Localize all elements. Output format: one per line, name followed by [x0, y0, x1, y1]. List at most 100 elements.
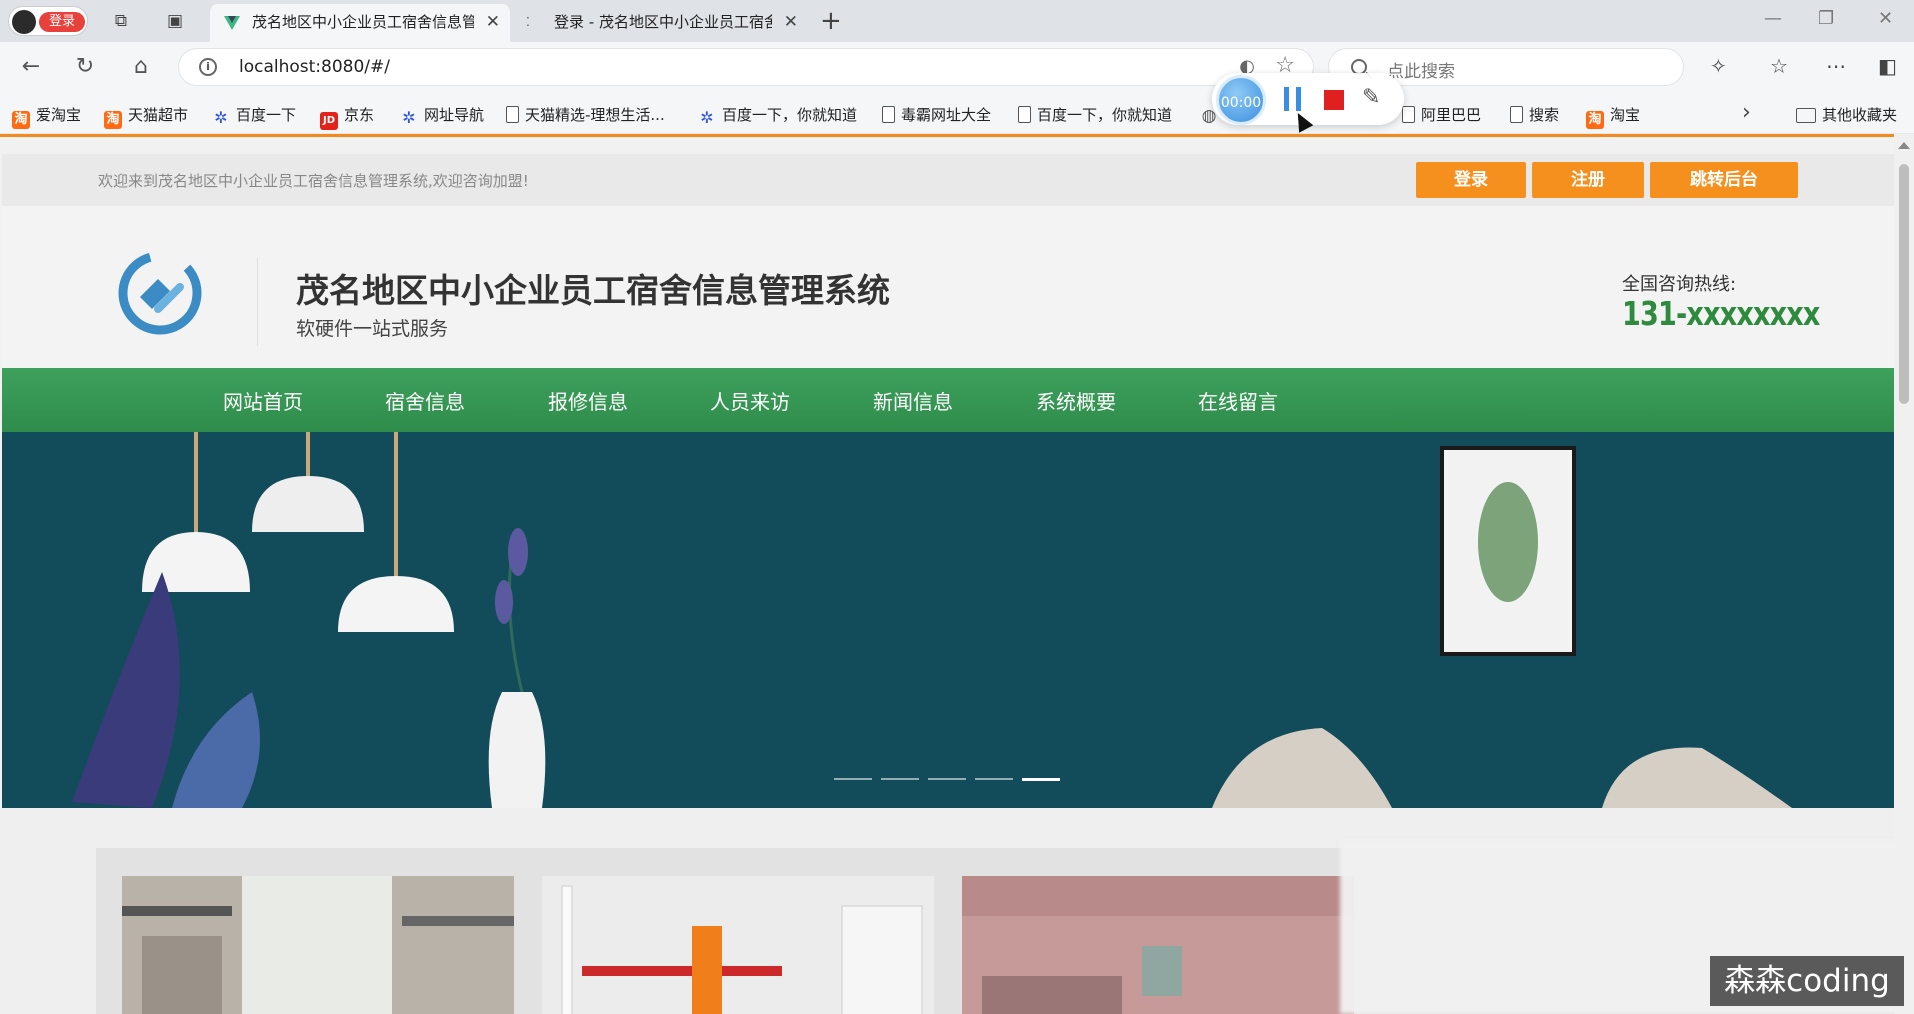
carousel-dot[interactable] [975, 778, 1013, 780]
recording-timer: 00:00 [1216, 75, 1266, 125]
home-icon[interactable]: ⌂ [128, 54, 154, 80]
dorm-photo-image [962, 876, 1354, 1014]
profile-login-label: 登录 [39, 12, 85, 32]
tab-active[interactable]: 茂名地区中小企业员工宿舍信息管 ✕ [210, 4, 510, 42]
sidebar-icon[interactable]: ◧ [1878, 54, 1897, 78]
bookmark-label: 网址导航 [424, 106, 485, 124]
folder-icon [1796, 108, 1816, 123]
close-tab-icon[interactable]: ✕ [784, 4, 798, 40]
scroll-up-icon[interactable] [1898, 142, 1910, 149]
nav-visitors[interactable]: 人员来访 [710, 386, 790, 415]
chevron-right-icon[interactable]: › [1742, 100, 1751, 125]
carousel-dot[interactable] [928, 778, 966, 780]
document-icon [506, 106, 519, 123]
nav-home[interactable]: 网站首页 [223, 386, 303, 415]
new-tab-icon[interactable]: + [820, 6, 842, 36]
scrollbar-thumb[interactable] [1899, 164, 1909, 404]
minimize-icon[interactable]: — [1764, 8, 1782, 29]
bookmark-item[interactable]: 淘淘宝 [1586, 104, 1640, 129]
bookmarks-bar: 淘爱淘宝 淘天猫超市 ✲ 百度一下 JD 京东 ✲ 网址导航 天猫精选-理想生活...… [0, 92, 1914, 134]
restore-icon[interactable]: ❐ [1818, 8, 1834, 29]
register-button[interactable]: 注册 [1532, 162, 1644, 198]
document-icon [1018, 106, 1031, 123]
bookmark-item[interactable]: 毒霸网址大全 [882, 104, 991, 125]
bookmark-label: 搜索 [1529, 106, 1560, 124]
bookmark-item[interactable]: ✲ 百度一下，你就知道 [698, 104, 857, 127]
nav-messages[interactable]: 在线留言 [1198, 386, 1278, 415]
carousel-dot-active[interactable] [1022, 778, 1060, 781]
dorm-photo-2[interactable] [542, 876, 934, 1014]
jd-icon: JD [320, 112, 338, 130]
tab-actions-icon[interactable]: ▣ [164, 10, 186, 32]
tab-login[interactable]: ⁚ 登录 - 茂名地区中小企业员工宿舍 ✕ [512, 4, 808, 42]
address-toolbar: ← ↻ ⌂ i localhost:8080/#/ ◐ ☆ 点此搜索 ✧ ☆ ⋯… [0, 42, 1914, 92]
other-bookmarks[interactable]: 其他收藏夹 [1796, 104, 1897, 125]
bookmark-item[interactable]: ✲ 百度一下 [212, 104, 296, 127]
bookmark-item[interactable]: 天猫精选-理想生活... [506, 104, 665, 125]
nav-dorm-info[interactable]: 宿舍信息 [385, 386, 465, 415]
tab-title: 登录 - 茂名地区中小企业员工宿舍 [554, 13, 772, 31]
taobao-icon: 淘 [12, 111, 30, 129]
site-subtitle: 软硬件一站式服务 [296, 318, 449, 340]
main-nav: 网站首页 宿舍信息 报修信息 人员来访 新闻信息 系统概要 在线留言 [2, 368, 1894, 432]
browser-tab-bar: 登录 ⧉ ▣ 茂名地区中小企业员工宿舍信息管 ✕ ⁚ 登录 - 茂名地区中小企业… [0, 0, 1914, 42]
banner-illustration [72, 432, 1792, 808]
close-window-icon[interactable]: ✕ [1878, 8, 1893, 29]
page-scrollbar[interactable] [1894, 134, 1914, 1014]
header-divider [257, 258, 258, 346]
nav-repair-info[interactable]: 报修信息 [548, 386, 628, 415]
workspaces-icon[interactable]: ⧉ [110, 10, 132, 32]
dorm-photo-3[interactable] [962, 876, 1354, 1014]
nav-news[interactable]: 新闻信息 [873, 386, 953, 415]
bookmark-label: 天猫超市 [128, 106, 189, 124]
bookmark-label: 百度一下，你就知道 [1037, 106, 1173, 124]
carousel-dot[interactable] [834, 778, 872, 780]
admin-button[interactable]: 跳转后台 [1650, 162, 1798, 198]
loading-icon: ⁚ [526, 15, 530, 29]
bookmark-item[interactable]: 搜索 [1510, 104, 1559, 125]
baidu-paw-icon: ✲ [700, 108, 714, 127]
hotline-label: 全国咨询热线: [1622, 274, 1737, 295]
bookmark-label: 爱淘宝 [36, 106, 82, 124]
site-logo-icon [118, 251, 202, 335]
hotline-number: 131-xxxxxxxx [1622, 294, 1820, 333]
top-strip: 欢迎来到茂名地区中小企业员工宿舍信息管理系统,欢迎咨询加盟! 登录 注册 跳转后… [2, 154, 1894, 206]
bookmark-label: 阿里巴巴 [1421, 106, 1482, 124]
bookmark-item[interactable]: JD 京东 [320, 104, 374, 130]
dorm-photo-1[interactable] [122, 876, 514, 1014]
extensions-icon[interactable]: ✧ [1710, 54, 1727, 78]
nav-system-overview[interactable]: 系统概要 [1036, 386, 1116, 415]
close-tab-icon[interactable]: ✕ [486, 4, 500, 40]
carousel-banner[interactable] [2, 432, 1894, 808]
pen-icon[interactable]: ✎ [1362, 85, 1380, 110]
bookmark-item[interactable]: 阿里巴巴 [1402, 104, 1481, 125]
bookmark-label: 淘宝 [1610, 106, 1641, 124]
bookmark-item[interactable]: 淘爱淘宝 [12, 104, 81, 129]
other-bookmarks-label: 其他收藏夹 [1822, 106, 1898, 124]
taobao-icon: 淘 [1586, 111, 1604, 129]
profile-button[interactable]: 登录 [8, 6, 88, 36]
refresh-icon[interactable]: ↻ [72, 54, 98, 80]
bookmark-item[interactable]: 百度一下，你就知道 [1018, 104, 1172, 125]
bookmark-label: 天猫精选-理想生活... [525, 106, 665, 124]
more-menu-icon[interactable]: ⋯ [1826, 54, 1846, 78]
tab-title: 茂名地区中小企业员工宿舍信息管 [252, 13, 474, 31]
carousel-dot[interactable] [881, 778, 919, 780]
site-info-icon[interactable]: i [199, 58, 217, 76]
bookmark-label: 京东 [344, 106, 375, 124]
url-text[interactable]: localhost:8080/#/ [239, 57, 390, 77]
vue-favicon-icon [224, 16, 240, 30]
login-button[interactable]: 登录 [1416, 162, 1526, 198]
favorites-icon[interactable]: ☆ [1770, 54, 1788, 78]
bookmark-label: 百度一下 [236, 106, 297, 124]
taobao-icon: 淘 [104, 111, 122, 129]
back-icon[interactable]: ← [18, 54, 44, 80]
pause-icon[interactable] [1284, 87, 1304, 111]
welcome-text: 欢迎来到茂名地区中小企业员工宿舍信息管理系统,欢迎咨询加盟! [98, 172, 529, 190]
document-icon [882, 106, 895, 123]
bookmark-item[interactable]: ✲ 网址导航 [400, 104, 484, 127]
address-bar[interactable]: i localhost:8080/#/ ◐ ☆ [178, 48, 1314, 86]
stop-icon[interactable] [1324, 90, 1344, 110]
bookmark-item[interactable]: 淘天猫超市 [104, 104, 188, 129]
dorm-photo-image [542, 876, 934, 1014]
